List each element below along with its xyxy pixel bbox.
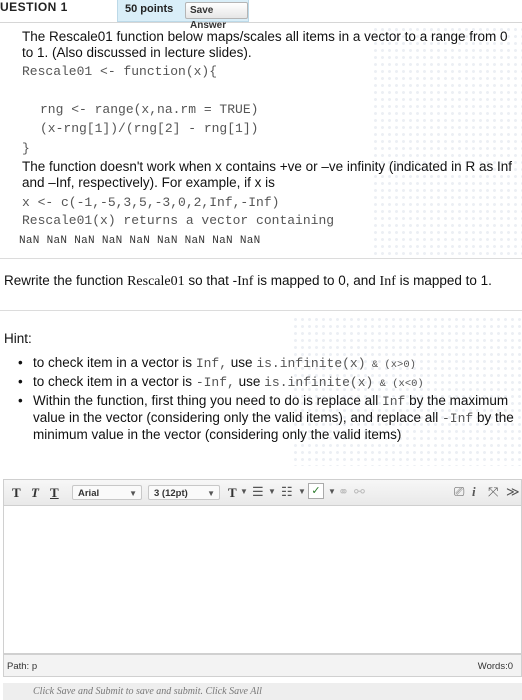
font-family-value: Arial <box>78 488 100 499</box>
hint-list: to check item in a vector is Inf, use is… <box>18 355 516 444</box>
code-line: rng <- range(x,na.rm = TRUE) <box>40 102 259 117</box>
numbered-list-icon[interactable]: ☷ <box>281 484 293 500</box>
question-header: UESTION 1 50 points Save Answer <box>0 0 522 31</box>
editor-statusbar: Path: p Words:0 <box>3 654 522 677</box>
chevron-down-icon: ▼ <box>207 489 215 498</box>
editor-toolbar: T T T Arial ▼ 3 (12pt) ▼ T ▼ ☰ ▼ ☷ ▼ ✓ ▼… <box>3 479 522 506</box>
expand-icon[interactable]: ⤧ <box>488 484 498 500</box>
chevron-down-icon[interactable]: ▼ <box>240 487 248 496</box>
link-icon[interactable]: ⚭ <box>338 484 349 500</box>
preview-icon[interactable]: ⎚ <box>454 484 464 500</box>
divider <box>0 258 522 259</box>
rewrite-text: so that - <box>184 273 238 288</box>
inline-code: -Inf, <box>195 375 235 390</box>
rewrite-text: is mapped to 1. <box>395 273 492 288</box>
code-line: (x-rng[1])/(rng[2] - rng[1]) <box>40 121 259 136</box>
chevron-down-icon[interactable]: ▼ <box>268 487 276 496</box>
inline-code: is.infinite(x) <box>264 375 374 390</box>
inline-code: Inf, <box>195 356 228 371</box>
example-code: x <- c(-1,-5,3,5,-3,0,2,Inf,-Inf) <box>22 195 280 210</box>
text-format-button[interactable]: T <box>50 485 59 501</box>
code-line: } <box>22 141 30 156</box>
chevron-down-icon[interactable]: ▼ <box>298 487 306 496</box>
bullet-list-icon[interactable]: ☰ <box>252 484 264 500</box>
info-icon[interactable]: i <box>472 484 476 500</box>
unlink-icon[interactable]: ⚯ <box>354 484 365 500</box>
inf-term: Inf <box>237 274 254 289</box>
text-format-button[interactable]: T <box>31 485 39 501</box>
spellcheck-icon[interactable]: ✓ <box>308 483 324 499</box>
hint-text: Within the function, first thing you nee… <box>33 393 382 408</box>
collapse-chevrons-icon[interactable]: ≫ <box>506 484 520 500</box>
inline-code: & (x<0) <box>373 378 424 390</box>
word-count: Words:0 <box>477 661 513 672</box>
rewrite-text: is mapped to 0, and <box>253 273 380 288</box>
inline-code: is.infinite(x) <box>256 356 366 371</box>
save-answer-button[interactable]: Save Answer <box>185 2 248 31</box>
code-line: Rescale01 <- function(x){ <box>22 64 218 79</box>
points-value: 50 points <box>125 3 174 15</box>
inline-code: Inf <box>381 394 406 409</box>
chevron-down-icon: ▼ <box>129 489 137 498</box>
inline-code: -Inf <box>441 411 474 426</box>
hint-text: to check item in a vector is <box>33 355 196 370</box>
nan-output: NaN NaN NaN NaN NaN NaN NaN NaN NaN <box>19 235 261 247</box>
list-item: to check item in a vector is -Inf, use i… <box>18 374 516 392</box>
inline-code: & (x>0) <box>365 359 416 371</box>
rewrite-text: Rewrite the function <box>4 273 128 288</box>
hint-text: to check item in a vector is <box>33 374 196 389</box>
path-indicator: Path: p <box>7 661 38 672</box>
question-label: UESTION 1 <box>0 0 68 14</box>
hint-text: use <box>234 374 265 389</box>
font-size-value: 3 (12pt) <box>154 488 188 499</box>
divider <box>0 310 522 311</box>
returns-code: Rescale01(x) returns a vector containing <box>22 213 335 228</box>
font-family-select[interactable]: Arial ▼ <box>72 485 142 500</box>
chevron-down-icon[interactable]: ▼ <box>328 487 336 496</box>
points-box: 50 points Save Answer <box>117 0 249 31</box>
font-size-select[interactable]: 3 (12pt) ▼ <box>148 485 220 500</box>
answer-editor[interactable] <box>3 506 522 654</box>
prompt-intro: The Rescale01 function below maps/scales… <box>22 29 508 60</box>
prompt-problem: The function doesn't work when x contain… <box>22 159 512 190</box>
list-item: Within the function, first thing you nee… <box>18 393 516 443</box>
hint-text: use <box>227 355 257 370</box>
submit-instructions: Click Save and Submit to save and submit… <box>3 683 522 700</box>
inf-term: Inf <box>379 274 396 289</box>
function-name: Rescale01 <box>127 274 185 289</box>
text-color-button[interactable]: T <box>228 485 237 501</box>
list-item: to check item in a vector is Inf, use is… <box>18 355 516 373</box>
rewrite-instruction: Rewrite the function Rescale01 so that -… <box>4 272 519 290</box>
text-format-button[interactable]: T <box>12 485 21 501</box>
hint-title: Hint: <box>4 331 32 346</box>
